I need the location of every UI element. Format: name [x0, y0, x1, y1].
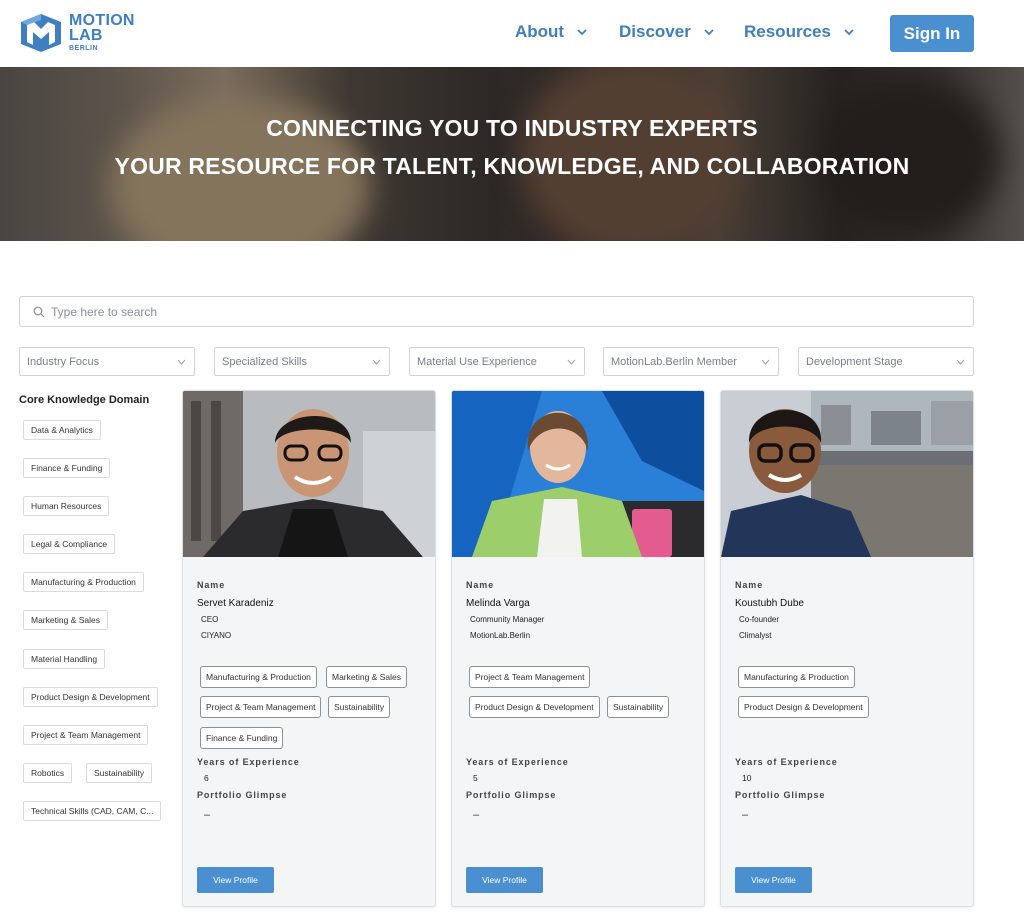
search-input[interactable] — [51, 304, 951, 319]
portfolio-label: Portfolio Glimpse — [735, 790, 826, 800]
nav-discover-label: Discover — [619, 22, 691, 41]
chevron-down-icon — [704, 29, 714, 36]
site-header: MOTION LAB BERLIN About Discover Resourc… — [0, 0, 1024, 67]
portrait-image — [721, 391, 973, 557]
expertise-tag[interactable]: Finance & Funding — [200, 727, 284, 749]
domain-chip[interactable]: Robotics — [23, 763, 73, 783]
name-label: Name — [466, 580, 495, 590]
sidebar-title: Core Knowledge Domain — [19, 394, 150, 406]
expert-company: CIYANO — [201, 631, 232, 640]
domain-chip[interactable]: Project & Team Management — [23, 725, 149, 745]
logo-mark-icon — [21, 13, 61, 52]
logo-wordmark: MOTION LAB BERLIN — [69, 13, 135, 53]
expert-name: Melinda Varga — [466, 598, 530, 609]
nav-about-label: About — [515, 22, 565, 41]
filter-specialized-skills[interactable]: Specialized Skills — [214, 347, 390, 376]
expert-company: MotionLab.Berlin — [470, 631, 531, 640]
expert-role: CEO — [201, 615, 219, 624]
experience-label: Years of Experience — [197, 757, 300, 767]
hero-banner: CONNECTING YOU TO INDUSTRY EXPERTS YOUR … — [0, 67, 1024, 241]
search-bar[interactable] — [19, 296, 974, 327]
expert-photo — [452, 391, 704, 557]
experience-value: 6 — [204, 773, 209, 783]
expertise-tag[interactable]: Project & Team Management — [200, 696, 322, 718]
hero-heading: CONNECTING YOU TO INDUSTRY EXPERTS — [266, 115, 758, 141]
filter-label: Material Use Experience — [417, 355, 537, 368]
nav-resources-label: Resources — [744, 22, 831, 41]
logo-line-2: LAB — [69, 27, 103, 44]
view-profile-button[interactable]: View Profile — [466, 867, 543, 893]
hero-subheading: YOUR RESOURCE FOR TALENT, KNOWLEDGE, AND… — [114, 153, 910, 179]
domain-chip[interactable]: Finance & Funding — [23, 458, 111, 478]
domain-chip[interactable]: Manufacturing & Production — [23, 572, 144, 592]
expertise-tag[interactable]: Product Design & Development — [469, 696, 600, 718]
domain-chip[interactable]: Product Design & Development — [23, 687, 158, 707]
domain-chip[interactable]: Marketing & Sales — [23, 610, 108, 630]
expert-photo — [721, 391, 973, 557]
experience-value: 5 — [473, 773, 478, 783]
chevron-down-icon — [956, 359, 965, 365]
chevron-down-icon — [177, 359, 186, 365]
chevron-down-icon — [761, 359, 770, 365]
domain-chip[interactable]: Technical Skills (CAD, CAM, C... — [23, 801, 162, 821]
portfolio-value: – — [204, 809, 211, 821]
nav-discover[interactable]: Discover — [619, 22, 714, 42]
expert-name: Servet Karadeniz — [197, 598, 274, 609]
expertise-tag[interactable]: Project & Team Management — [469, 666, 591, 688]
chevron-down-icon — [567, 359, 576, 365]
nav-resources[interactable]: Resources — [744, 22, 854, 42]
filter-member[interactable]: MotionLab.Berlin Member — [603, 347, 779, 376]
filter-development-stage[interactable]: Development Stage — [798, 347, 974, 376]
experience-value: 10 — [742, 773, 752, 783]
name-label: Name — [197, 580, 226, 590]
domain-chip[interactable]: Human Resources — [23, 496, 110, 516]
logo-line-3: BERLIN — [69, 45, 99, 52]
expertise-tag[interactable]: Manufacturing & Production — [738, 666, 855, 688]
expert-card: Name Melinda Varga Community Manager Mot… — [451, 390, 705, 907]
filter-label: Development Stage — [806, 355, 903, 368]
filter-industry-focus[interactable]: Industry Focus — [19, 347, 195, 376]
domain-chip[interactable]: Material Handling — [23, 649, 106, 669]
domain-chip[interactable]: Legal & Compliance — [23, 534, 116, 554]
expert-role: Community Manager — [470, 615, 545, 624]
nav-about[interactable]: About — [515, 22, 587, 42]
domain-chip[interactable]: Sustainability — [86, 763, 153, 783]
chevron-down-icon — [577, 29, 587, 36]
expert-company: Climalyst — [739, 631, 772, 640]
name-label: Name — [735, 580, 764, 590]
expert-card: Name Koustubh Dube Co-founder Climalyst … — [720, 390, 974, 907]
portfolio-label: Portfolio Glimpse — [197, 790, 288, 800]
chevron-down-icon — [844, 29, 854, 36]
expert-name: Koustubh Dube — [735, 598, 804, 609]
portrait-image — [452, 391, 704, 557]
expert-role: Co-founder — [739, 615, 780, 624]
filter-label: MotionLab.Berlin Member — [611, 355, 737, 368]
motionlab-logo[interactable]: MOTION LAB BERLIN — [19, 13, 135, 52]
expertise-tag[interactable]: Sustainability — [607, 696, 670, 718]
portrait-image — [183, 391, 435, 557]
expert-photo — [183, 391, 435, 557]
domain-chip[interactable]: Data & Analytics — [23, 420, 101, 440]
experience-label: Years of Experience — [466, 757, 569, 767]
expertise-tag[interactable]: Sustainability — [328, 696, 391, 718]
sign-in-button[interactable]: Sign In — [890, 15, 974, 52]
view-profile-button[interactable]: View Profile — [735, 867, 812, 893]
portfolio-value: – — [742, 809, 749, 821]
filter-label: Industry Focus — [27, 355, 100, 368]
experience-label: Years of Experience — [735, 757, 838, 767]
chevron-down-icon — [372, 359, 381, 365]
search-icon — [33, 306, 45, 317]
view-profile-button[interactable]: View Profile — [197, 867, 274, 893]
filter-label: Specialized Skills — [222, 355, 307, 368]
portfolio-value: – — [473, 809, 480, 821]
expert-card: Name Servet Karadeniz CEO CIYANO Manufac… — [182, 390, 436, 907]
expertise-tag[interactable]: Manufacturing & Production — [200, 666, 317, 688]
filter-material-use[interactable]: Material Use Experience — [409, 347, 585, 376]
expertise-tag[interactable]: Marketing & Sales — [326, 666, 407, 688]
portfolio-label: Portfolio Glimpse — [466, 790, 557, 800]
expertise-tag[interactable]: Product Design & Development — [738, 696, 869, 718]
